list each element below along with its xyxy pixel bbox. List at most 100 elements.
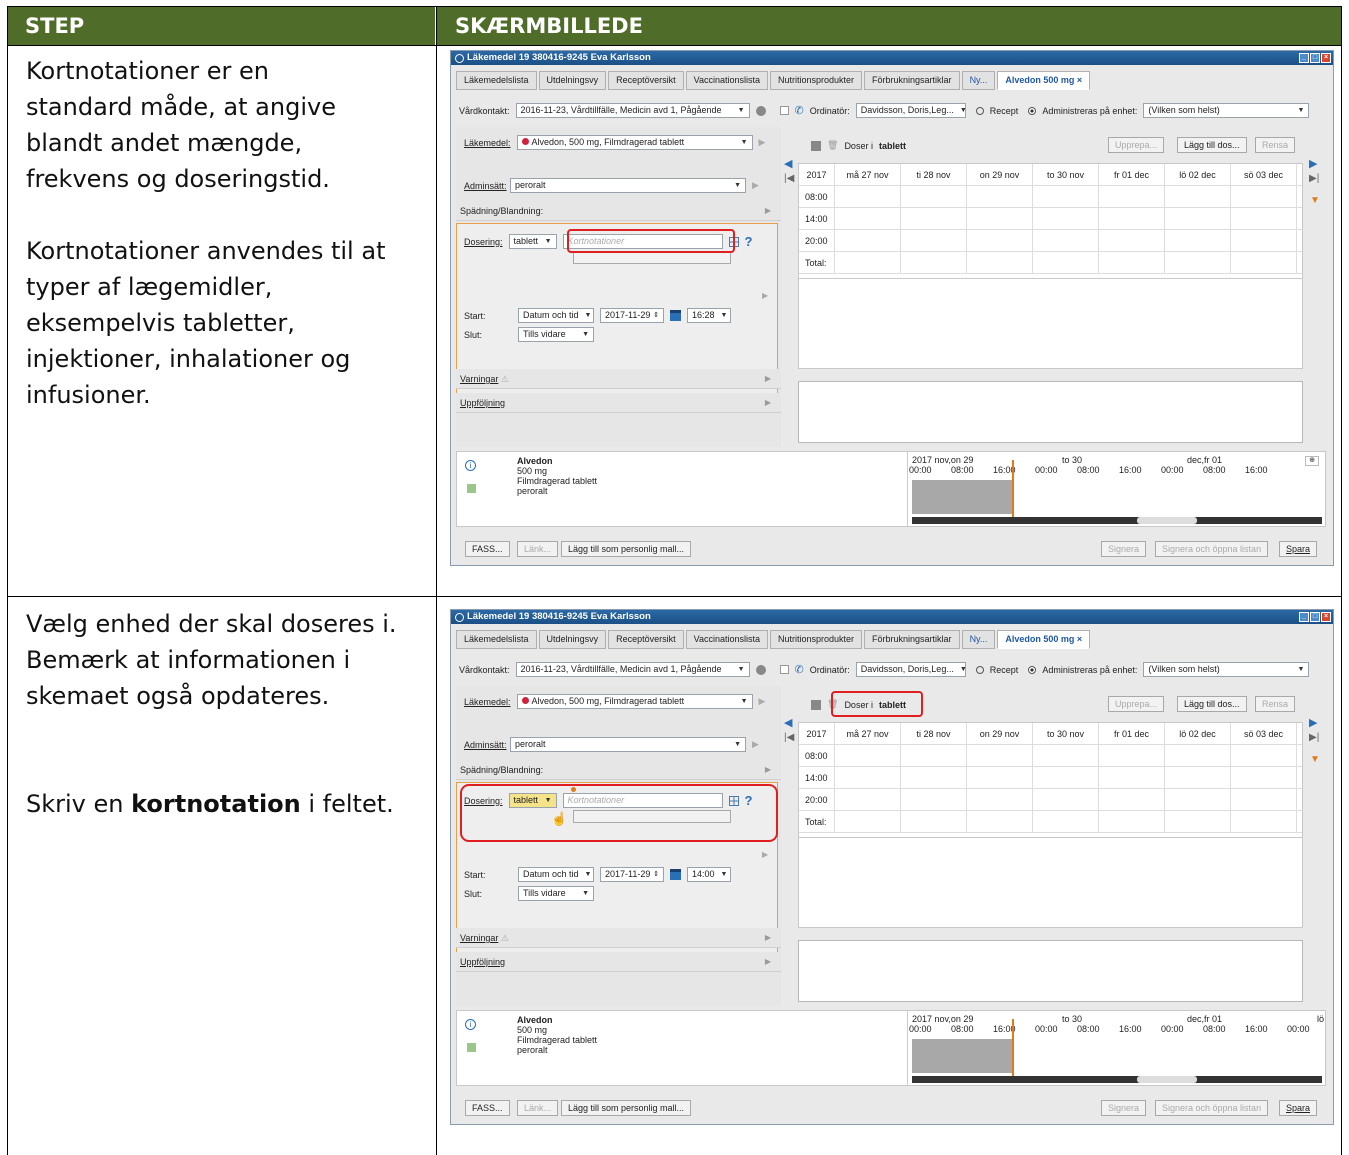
spadning-section[interactable]: Spädning/Blandning: ▶ xyxy=(456,201,781,221)
start-date-input[interactable]: 2017-11-29 ⇕ xyxy=(600,308,664,323)
first-arrow-icon[interactable]: |◀ xyxy=(784,732,794,743)
lank-button[interactable]: Länk... xyxy=(517,541,559,557)
dropdown-triangle-icon[interactable]: ▼ xyxy=(1310,195,1320,206)
dose-cell[interactable] xyxy=(1231,811,1297,832)
fass-button[interactable]: FASS... xyxy=(465,541,510,557)
dose-cell[interactable] xyxy=(1099,767,1165,788)
start-time-select[interactable]: 14:00 ▼ xyxy=(687,867,731,882)
spara-button[interactable]: Spara xyxy=(1279,541,1318,557)
tab-3[interactable]: Vaccinationslista xyxy=(685,630,768,649)
dose-cell[interactable] xyxy=(1033,811,1099,832)
dose-cell[interactable] xyxy=(1165,230,1231,251)
dose-cell[interactable] xyxy=(967,745,1033,766)
tab-3[interactable]: Vaccinationslista xyxy=(685,71,768,90)
adminsatt-select[interactable]: peroralt ▼ xyxy=(510,178,746,193)
tab-1[interactable]: Utdelningsvy xyxy=(538,630,607,649)
dose-cell[interactable] xyxy=(835,252,901,273)
dose-cell[interactable] xyxy=(1033,789,1099,810)
varningar-section[interactable]: Varningar ⚠ ▶ xyxy=(456,928,781,948)
minimize-icon[interactable]: _ xyxy=(1299,612,1309,622)
expand-arrow-icon[interactable]: ▶ xyxy=(762,291,768,300)
first-arrow-icon[interactable]: |◀ xyxy=(784,173,794,184)
spara-button[interactable]: Spara xyxy=(1279,1100,1318,1116)
dose-cell[interactable] xyxy=(901,745,967,766)
adm-enhet-radio[interactable] xyxy=(1028,106,1037,115)
next-arrow-icon[interactable]: ▶ xyxy=(1309,716,1317,729)
dose-cell[interactable] xyxy=(1033,230,1099,251)
dose-cell[interactable] xyxy=(1099,208,1165,229)
dose-cell[interactable] xyxy=(967,230,1033,251)
expand-arrow-icon[interactable]: ▶ xyxy=(762,850,768,859)
close-icon[interactable]: × xyxy=(1321,53,1331,63)
dose-cell[interactable] xyxy=(901,186,967,207)
dose-cell[interactable] xyxy=(835,767,901,788)
dose-cell[interactable] xyxy=(835,208,901,229)
tab-5[interactable]: Förbrukningsartiklar xyxy=(864,71,960,90)
signera-oppna-button[interactable]: Signera och öppna listan xyxy=(1155,541,1269,557)
personlig-mall-button[interactable]: Lägg till som personlig mall... xyxy=(561,1100,692,1116)
upprepa-button[interactable]: Upprepa... xyxy=(1108,137,1165,153)
uppfoljning-section[interactable]: Uppföljning ▶ xyxy=(456,952,781,972)
calendar-icon[interactable] xyxy=(670,310,681,321)
dose-cell[interactable] xyxy=(835,745,901,766)
tab-0[interactable]: Läkemedelslista xyxy=(456,71,537,90)
dose-cell[interactable] xyxy=(1165,811,1231,832)
minimize-icon[interactable]: _ xyxy=(1299,53,1309,63)
dose-cell[interactable] xyxy=(967,186,1033,207)
fass-button[interactable]: FASS... xyxy=(465,1100,510,1116)
tab-2[interactable]: Receptöversikt xyxy=(608,71,684,90)
vardkontakt-select[interactable]: 2016-11-23, Vårdtillfälle, Medicin avd 1… xyxy=(515,662,750,677)
dose-cell[interactable] xyxy=(835,789,901,810)
dose-cell[interactable] xyxy=(1033,745,1099,766)
zoom-icon[interactable]: ⊕ xyxy=(1305,456,1319,466)
uppfoljning-section[interactable]: Uppföljning ▶ xyxy=(456,393,781,413)
tab-7[interactable]: Alvedon 500 mg × xyxy=(997,71,1091,90)
recept-radio[interactable] xyxy=(975,106,984,115)
rensa-button[interactable]: Rensa xyxy=(1255,696,1296,712)
dose-cell[interactable] xyxy=(1165,767,1231,788)
dose-cell[interactable] xyxy=(901,208,967,229)
expand-arrow-icon[interactable]: ▶ xyxy=(759,696,766,707)
spinner-icon[interactable]: ⇕ xyxy=(653,868,659,881)
slut-select[interactable]: Tills vidare ▼ xyxy=(518,327,594,342)
timeline-scrollbar[interactable] xyxy=(912,517,1322,524)
checkbox[interactable] xyxy=(779,106,789,115)
tab-4[interactable]: Nutritionsprodukter xyxy=(769,71,863,90)
dosering-unit-select[interactable]: tablett ▼ xyxy=(508,234,557,249)
ordinator-select[interactable]: Davidsson, Doris,Leg... ▼ xyxy=(855,103,967,118)
prev-arrow-icon[interactable]: ◀ xyxy=(784,157,792,170)
adminsatt-select[interactable]: peroralt ▼ xyxy=(510,737,746,752)
ordinator-select[interactable]: Davidsson, Doris,Leg... ▼ xyxy=(855,662,967,677)
upprepa-button[interactable]: Upprepa... xyxy=(1108,696,1165,712)
prev-arrow-icon[interactable]: ◀ xyxy=(784,716,792,729)
dose-cell[interactable] xyxy=(1099,745,1165,766)
dose-cell[interactable] xyxy=(901,252,967,273)
image-icon[interactable] xyxy=(467,1043,476,1052)
tab-2[interactable]: Receptöversikt xyxy=(608,630,684,649)
dose-cell[interactable] xyxy=(901,767,967,788)
dropdown-triangle-icon[interactable]: ▼ xyxy=(1310,754,1320,765)
expand-arrow-icon[interactable]: ▶ xyxy=(752,739,759,750)
signera-oppna-button[interactable]: Signera och öppna listan xyxy=(1155,1100,1269,1116)
dose-cell[interactable] xyxy=(967,208,1033,229)
tab-4[interactable]: Nutritionsprodukter xyxy=(769,630,863,649)
dose-cell[interactable] xyxy=(901,811,967,832)
dose-cell[interactable] xyxy=(1165,186,1231,207)
varningar-section[interactable]: Varningar ⚠ ▶ xyxy=(456,369,781,389)
start-date-input[interactable]: 2017-11-29 ⇕ xyxy=(600,867,664,882)
window-title-bar[interactable]: Läkemedel 19 380416-9245 Eva Karlsson _ □… xyxy=(451,610,1333,624)
info-icon[interactable]: i xyxy=(465,460,476,471)
dose-cell[interactable] xyxy=(835,186,901,207)
start-type-select[interactable]: Datum och tid ▼ xyxy=(518,867,594,882)
dose-cell[interactable] xyxy=(967,767,1033,788)
dose-cell[interactable] xyxy=(1231,252,1297,273)
dose-cell[interactable] xyxy=(1165,745,1231,766)
signera-button[interactable]: Signera xyxy=(1101,1100,1147,1116)
restore-icon[interactable]: □ xyxy=(1310,612,1320,622)
timeline-scroll-thumb[interactable] xyxy=(1137,1076,1197,1083)
tab-0[interactable]: Läkemedelslista xyxy=(456,630,537,649)
lakemedel-select[interactable]: Alvedon, 500 mg, Filmdragerad tablett ▼ xyxy=(516,135,753,150)
lagg-till-dos-button[interactable]: Lägg till dos... xyxy=(1177,137,1247,153)
tab-6[interactable]: Ny... xyxy=(961,630,996,649)
vardkontakt-select[interactable]: 2016-11-23, Vårdtillfälle, Medicin avd 1… xyxy=(515,103,750,118)
